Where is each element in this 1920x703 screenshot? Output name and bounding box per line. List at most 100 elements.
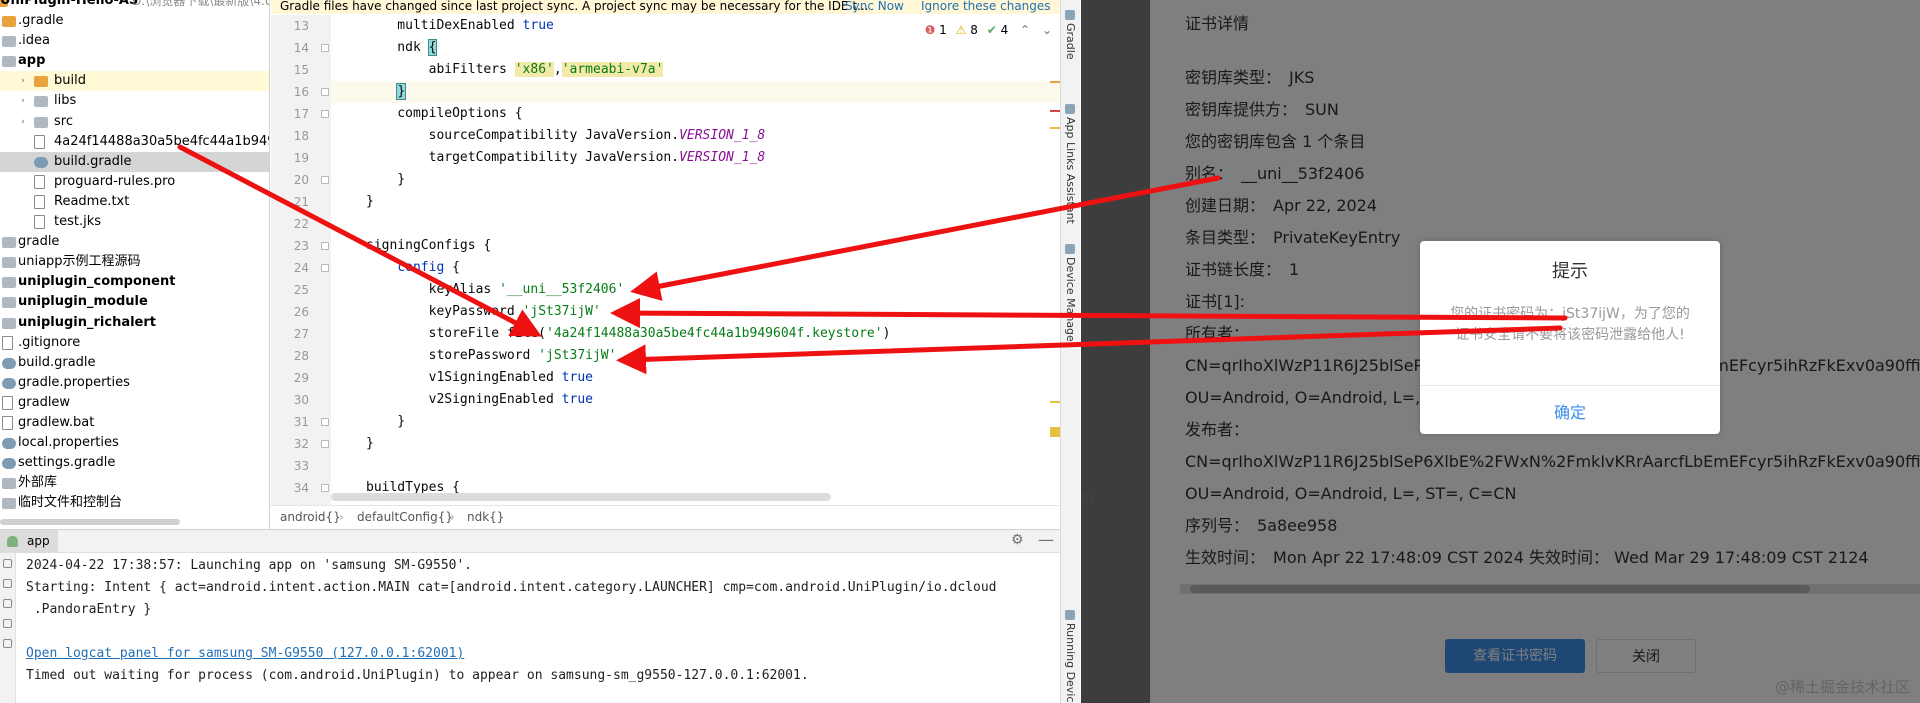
tree-item[interactable]: › libs — [0, 91, 269, 111]
project-tree: UniPlugin-Hello-AS D:\浏览器下载\最新版\4.06 .gr… — [0, 0, 270, 529]
dialog-divider — [1420, 385, 1720, 386]
code-line: config { — [397, 260, 460, 275]
chevron-down-icon[interactable]: ⌄ — [1042, 23, 1052, 37]
tree-item[interactable]: settings.gradle — [0, 453, 269, 473]
print-icon[interactable] — [3, 639, 12, 648]
tree-item[interactable]: 临时文件和控制台 — [0, 493, 269, 513]
line-number: 15 — [293, 63, 309, 77]
weak-warning-icon: ✔ — [986, 23, 997, 37]
library-icon — [2, 478, 16, 490]
tree-item-label: test.jks — [54, 214, 102, 229]
tree-item-label: app — [18, 53, 46, 69]
code-line: signingConfigs { — [366, 238, 492, 253]
tree-item[interactable]: local.properties — [0, 433, 269, 453]
rerun-icon[interactable] — [3, 559, 12, 568]
breadcrumb-item[interactable]: ndk{} — [467, 506, 504, 528]
gradle-sync-notification: Gradle files have changed since last pro… — [271, 0, 1060, 14]
breadcrumb-separator: › — [339, 510, 344, 524]
tree-item[interactable]: uniplugin_component — [0, 272, 269, 292]
tree-item[interactable]: build.gradle — [0, 353, 269, 373]
tree-expand-arrow-icon[interactable]: › — [18, 112, 28, 132]
tree-item[interactable]: build.gradle — [0, 151, 269, 172]
code-line: } — [366, 172, 406, 187]
line-number: 26 — [293, 305, 309, 319]
tree-root[interactable]: UniPlugin-Hello-AS D:\浏览器下载\最新版\4.06 — [0, 0, 269, 11]
stop-icon[interactable] — [3, 579, 12, 588]
wrap-icon[interactable] — [3, 599, 12, 608]
breadcrumb-item[interactable]: defaultConfig{} — [357, 506, 453, 528]
fold-marker-icon[interactable] — [321, 418, 329, 426]
chevron-up-icon[interactable]: ⌃ — [1020, 23, 1030, 37]
gradle-tool-tab[interactable]: Gradle — [1064, 10, 1077, 60]
inspection-widget[interactable]: ❶ 1 ⚠ 8 ✔ 4 ⌃ ⌄ — [925, 23, 1052, 37]
tree-scrollbar[interactable] — [0, 519, 180, 525]
run-console[interactable]: 2024-04-22 17:38:57: Launching app on 's… — [0, 553, 1060, 703]
tree-item[interactable]: ›gradle — [0, 232, 269, 252]
error-stripe-marker[interactable] — [1050, 401, 1060, 403]
tree-item-label: .gitignore — [18, 334, 81, 350]
tree-item[interactable]: › build — [0, 71, 269, 92]
sync-now-link[interactable]: Sync Now — [845, 0, 904, 12]
device-manager-tool-tab[interactable]: Device Manager — [1064, 244, 1077, 346]
tree-item-label: 临时文件和控制台 — [18, 495, 123, 511]
fold-marker-icon[interactable] — [321, 44, 329, 52]
tree-item[interactable]: › src — [0, 112, 269, 132]
error-stripe-marker[interactable] — [1050, 110, 1060, 112]
fold-marker-icon[interactable] — [321, 88, 329, 96]
password-dialog: 提示 您的证书密码为：jSt37ijW，为了您的证书安全请不要将该密码泄露给他人… — [1420, 241, 1720, 434]
logcat-link[interactable]: Open logcat panel for samsung SM-G9550 (… — [26, 643, 464, 665]
tree-item-label: .gradle — [18, 13, 64, 28]
tree-expand-arrow-icon[interactable]: › — [18, 71, 28, 91]
breadcrumb: android{} › defaultConfig{} › ndk{} — [271, 505, 1060, 529]
tree-item[interactable]: test.jks — [0, 212, 269, 232]
fold-marker-icon[interactable] — [321, 242, 329, 250]
tree-item-label: gradlew.bat — [18, 415, 95, 430]
minimize-icon[interactable]: — — [1038, 530, 1054, 549]
scroll-end-icon[interactable] — [3, 619, 12, 628]
folder-icon — [2, 36, 16, 48]
fold-marker-icon[interactable] — [321, 484, 329, 492]
tree-item[interactable]: gradlew — [0, 393, 269, 413]
error-stripe-marker[interactable] — [1050, 81, 1060, 83]
app-links-tool-tab[interactable]: App Links Assistant — [1064, 104, 1077, 224]
tree-item[interactable]: uniplugin_module — [0, 292, 269, 312]
tree-item[interactable]: proguard-rules.pro — [0, 172, 269, 192]
notification-message: Gradle files have changed since last pro… — [280, 0, 869, 13]
folder-icon — [2, 237, 16, 249]
tree-item[interactable]: 外部库 — [0, 473, 269, 493]
code-editor[interactable]: 13 14 15 16 17 18 19 20 21 22 23 24 25 26 27 28 29 30 31 32… — [271, 15, 1060, 505]
fold-marker-icon[interactable] — [321, 176, 329, 184]
code-line: } — [366, 436, 374, 451]
line-number: 16 — [293, 85, 309, 99]
tree-item[interactable]: uniapp示例工程源码 — [0, 252, 269, 272]
tree-item[interactable]: gradlew.bat — [0, 413, 269, 433]
run-tab-app[interactable]: app — [0, 530, 58, 553]
error-stripe-marker[interactable] — [1050, 427, 1060, 437]
line-number: 18 — [293, 129, 309, 143]
tree-item[interactable]: .gradle — [0, 11, 269, 31]
ignore-changes-link[interactable]: Ignore these changes — [921, 0, 1051, 12]
dialog-ok-button[interactable]: 确定 — [1420, 399, 1720, 423]
tree-item[interactable]: .gitignore — [0, 333, 269, 353]
tree-item[interactable]: gradle.properties — [0, 373, 269, 393]
breadcrumb-item[interactable]: android{} — [280, 506, 341, 528]
tree-item[interactable]: uniplugin_richalert — [0, 313, 269, 333]
tree-item[interactable]: ▾app — [0, 51, 269, 71]
tree-expand-arrow-icon[interactable]: › — [18, 91, 28, 111]
tree-root-label: UniPlugin-Hello-AS — [0, 0, 139, 8]
editor-horizontal-scrollbar[interactable] — [331, 493, 831, 501]
tree-item-label: gradlew — [18, 394, 71, 410]
fold-marker-icon[interactable] — [321, 264, 329, 272]
gear-icon[interactable]: ⚙ — [1011, 532, 1024, 548]
tree-item[interactable]: 4a24f14488a30a5be4fc44a1b949604f.keystor… — [0, 132, 269, 152]
running-devices-tool-tab[interactable]: Running Devices — [1064, 610, 1077, 703]
tree-item[interactable]: Readme.txt — [0, 192, 269, 212]
line-number: 29 — [293, 371, 309, 385]
tree-item[interactable]: .idea — [0, 31, 269, 51]
error-stripe-marker[interactable] — [1050, 127, 1060, 129]
code-line: keyAlias '__uni__53f2406' — [366, 282, 625, 297]
fold-marker-icon[interactable] — [321, 110, 329, 118]
fold-marker-icon[interactable] — [321, 440, 329, 448]
code-line: v2SigningEnabled true — [366, 392, 593, 407]
code-line: } — [396, 83, 407, 100]
